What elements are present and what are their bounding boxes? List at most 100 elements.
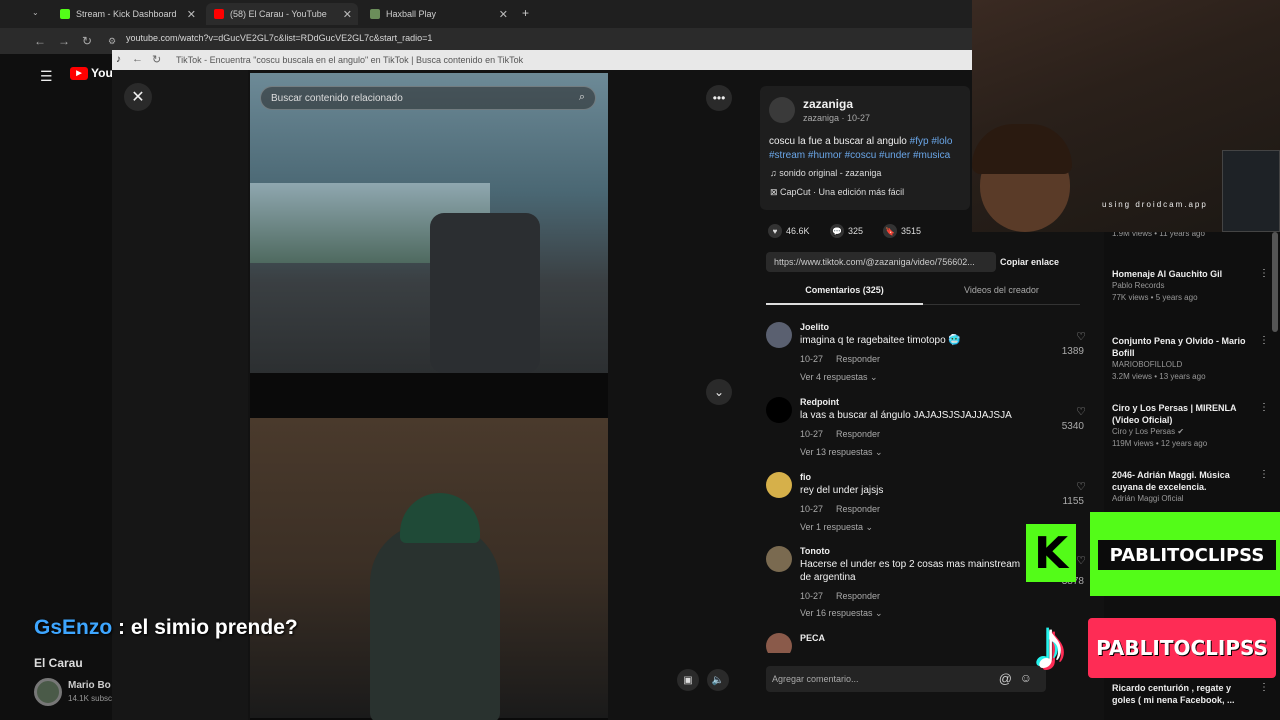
comment-date: 10-27 xyxy=(800,429,824,439)
new-tab-icon[interactable]: + xyxy=(522,6,529,20)
save-stat[interactable]: 🔖 3515 xyxy=(883,224,921,238)
kick-channel-name: PABLITOCLIPSS xyxy=(1098,540,1276,570)
more-vert-icon[interactable]: ⋮ xyxy=(1259,335,1269,346)
music-note-icon: ♫ xyxy=(770,168,780,178)
tiktok-channel-name: PABLITOCLIPSS xyxy=(1096,636,1268,660)
tab-haxball[interactable]: Haxball Play ✕ xyxy=(362,3,514,25)
tab-creator-videos[interactable]: Videos del creador xyxy=(923,285,1080,305)
webcam-background-monitor xyxy=(1222,150,1280,232)
reload-icon[interactable]: ↻ xyxy=(82,34,92,48)
comment-text: Hacerse el under es top 2 cosas mas main… xyxy=(800,559,1021,583)
related-search-input[interactable]: Buscar contenido relacionado ⌕ xyxy=(260,86,596,110)
view-replies-button[interactable]: Ver 1 respuesta ⌄ xyxy=(800,522,873,533)
close-icon[interactable]: ✕ xyxy=(124,83,152,111)
video-channel-title: El Carau xyxy=(34,656,83,670)
commenter-avatar[interactable] xyxy=(766,322,792,348)
tab-kick-dashboard[interactable]: Stream - Kick Dashboard ✕ xyxy=(52,3,202,25)
commenter-name[interactable]: Tonoto xyxy=(800,546,830,556)
mini-player-icon[interactable]: ▣ xyxy=(677,669,699,691)
heart-icon[interactable]: ♡ xyxy=(1076,554,1086,567)
chevron-down-icon[interactable]: ⌄ xyxy=(706,379,732,405)
recommendation-item[interactable]: Ciro y Los Persas | MIRENLA (Video Ofici… xyxy=(1112,402,1269,450)
tiktok-logo-icon: ♪ xyxy=(1032,606,1068,684)
commenter-avatar[interactable] xyxy=(766,472,792,498)
reply-button[interactable]: Responder xyxy=(836,591,880,601)
more-vert-icon[interactable]: ⋮ xyxy=(1259,682,1269,693)
video-chair xyxy=(430,213,540,373)
haxball-favicon-icon xyxy=(370,9,380,19)
commenter-name[interactable]: PECA xyxy=(800,633,825,643)
sidebar-scrollbar[interactable] xyxy=(1272,232,1278,332)
commenter-name[interactable]: Redpoint xyxy=(800,397,839,407)
youtube-play-icon: ▶ xyxy=(70,66,88,80)
more-vert-icon[interactable]: ⋮ xyxy=(1259,268,1269,279)
author-name[interactable]: zazaniga xyxy=(803,97,853,111)
recommendation-item[interactable]: Conjunto Pena y Olvido - Mario Bofill MAR… xyxy=(1112,335,1269,383)
comment-text: rey del under jajsjs xyxy=(800,485,884,496)
commenter-avatar[interactable] xyxy=(766,633,792,653)
close-tab-icon[interactable]: ✕ xyxy=(499,8,508,21)
comment-likes: 5340 xyxy=(1061,421,1084,432)
share-link-field[interactable]: https://www.tiktok.com/@zazaniga/video/7… xyxy=(766,252,996,272)
sound-link[interactable]: ♫ sonido original - zazaniga xyxy=(770,168,881,178)
recommendation-item[interactable]: Ricardo centurión , regate y goles ( mi … xyxy=(1112,682,1269,706)
capcut-link[interactable]: ⊠ CapCut · Una edición más fácil xyxy=(770,187,904,198)
reply-button[interactable]: Responder xyxy=(836,504,880,514)
close-tab-icon[interactable]: ✕ xyxy=(343,8,352,21)
tab-list-icon[interactable]: ⌄ xyxy=(32,8,39,17)
reply-button[interactable]: Responder xyxy=(836,354,880,364)
tiktok-video-player[interactable] xyxy=(250,73,608,720)
back-icon[interactable]: ← xyxy=(34,34,46,48)
tiktok-favicon-icon: ♪ xyxy=(116,54,121,65)
copy-link-button[interactable]: Copiar enlace xyxy=(1000,252,1059,272)
subscriber-count: 14.1K subsc xyxy=(68,694,113,703)
add-comment-input[interactable]: Agregar comentario... @ ☺ xyxy=(766,666,1046,692)
volume-icon[interactable]: 🔈 xyxy=(707,669,729,691)
heart-icon: ♥ xyxy=(768,224,782,238)
post-caption: coscu la fue a buscar al angulo #fyp #lo… xyxy=(769,136,953,161)
recommendation-item[interactable]: Homenaje Al Gauchito Gil Pablo Records 77K… xyxy=(1112,268,1269,304)
close-tab-icon[interactable]: ✕ xyxy=(187,8,196,21)
view-replies-button[interactable]: Ver 13 respuestas ⌄ xyxy=(800,447,883,458)
forward-icon[interactable]: → xyxy=(58,34,70,48)
menu-icon[interactable]: ☰ xyxy=(40,68,53,85)
view-replies-button[interactable]: Ver 4 respuestas ⌄ xyxy=(800,372,878,383)
view-replies-button[interactable]: Ver 16 respuestas ⌄ xyxy=(800,608,883,619)
tab-youtube[interactable]: (58) El Carau - YouTube ✕ xyxy=(206,3,358,25)
youtube-logo[interactable]: ▶ You xyxy=(70,66,113,80)
reply-button[interactable]: Responder xyxy=(836,429,880,439)
author-avatar[interactable] xyxy=(769,97,795,123)
commenter-avatar[interactable] xyxy=(766,546,792,572)
comment-likes: 1155 xyxy=(1062,496,1084,507)
comment-date: 10-27 xyxy=(800,504,824,514)
popup-back-icon[interactable]: ← xyxy=(132,53,143,65)
commenter-name[interactable]: Joelito xyxy=(800,322,829,332)
commenter-avatar[interactable] xyxy=(766,397,792,423)
channel-name[interactable]: Mario Bo xyxy=(68,680,111,691)
tab-comments[interactable]: Comentarios (325) xyxy=(766,285,923,305)
url-text[interactable]: youtube.com/watch?v=dGucVE2GL7c&list=RDd… xyxy=(126,33,432,43)
more-vert-icon[interactable]: ⋮ xyxy=(1259,469,1269,480)
popup-title-bar: ♪ ← ↻ TikTok - Encuentra "coscu buscala … xyxy=(112,50,972,70)
comment-likes: 1389 xyxy=(1061,346,1084,357)
site-info-icon[interactable]: ⚙ xyxy=(108,36,116,47)
more-vert-icon[interactable]: ⋮ xyxy=(1259,402,1269,413)
browser-tab-bar: ⌄ Stream - Kick Dashboard ✕ (58) El Carau… xyxy=(0,0,972,28)
search-icon[interactable]: ⌕ xyxy=(579,91,585,104)
popup-reload-icon[interactable]: ↻ xyxy=(152,53,161,66)
commenter-name[interactable]: fio xyxy=(800,472,811,482)
like-stat[interactable]: ♥ 46.6K xyxy=(768,224,810,238)
recommendation-item[interactable]: 2046- Adrián Maggi. Música cuyana de exc… xyxy=(1112,469,1269,505)
heart-icon[interactable]: ♡ xyxy=(1076,405,1086,418)
comment-icon: 💬 xyxy=(830,224,844,238)
bookmark-icon: 🔖 xyxy=(883,224,897,238)
capcut-icon: ⊠ xyxy=(770,187,781,197)
channel-avatar[interactable] xyxy=(34,678,62,706)
youtube-favicon-icon xyxy=(214,9,224,19)
popup-title-text: TikTok - Encuentra "coscu buscala en el … xyxy=(176,55,524,65)
heart-icon[interactable]: ♡ xyxy=(1076,330,1086,343)
heart-icon[interactable]: ♡ xyxy=(1076,480,1086,493)
comment-stat[interactable]: 💬 325 xyxy=(830,224,863,238)
more-icon[interactable]: ••• xyxy=(706,85,732,111)
comment-text: la vas a buscar al ángulo JAJAJSJSJAJJAJ… xyxy=(800,410,1012,421)
